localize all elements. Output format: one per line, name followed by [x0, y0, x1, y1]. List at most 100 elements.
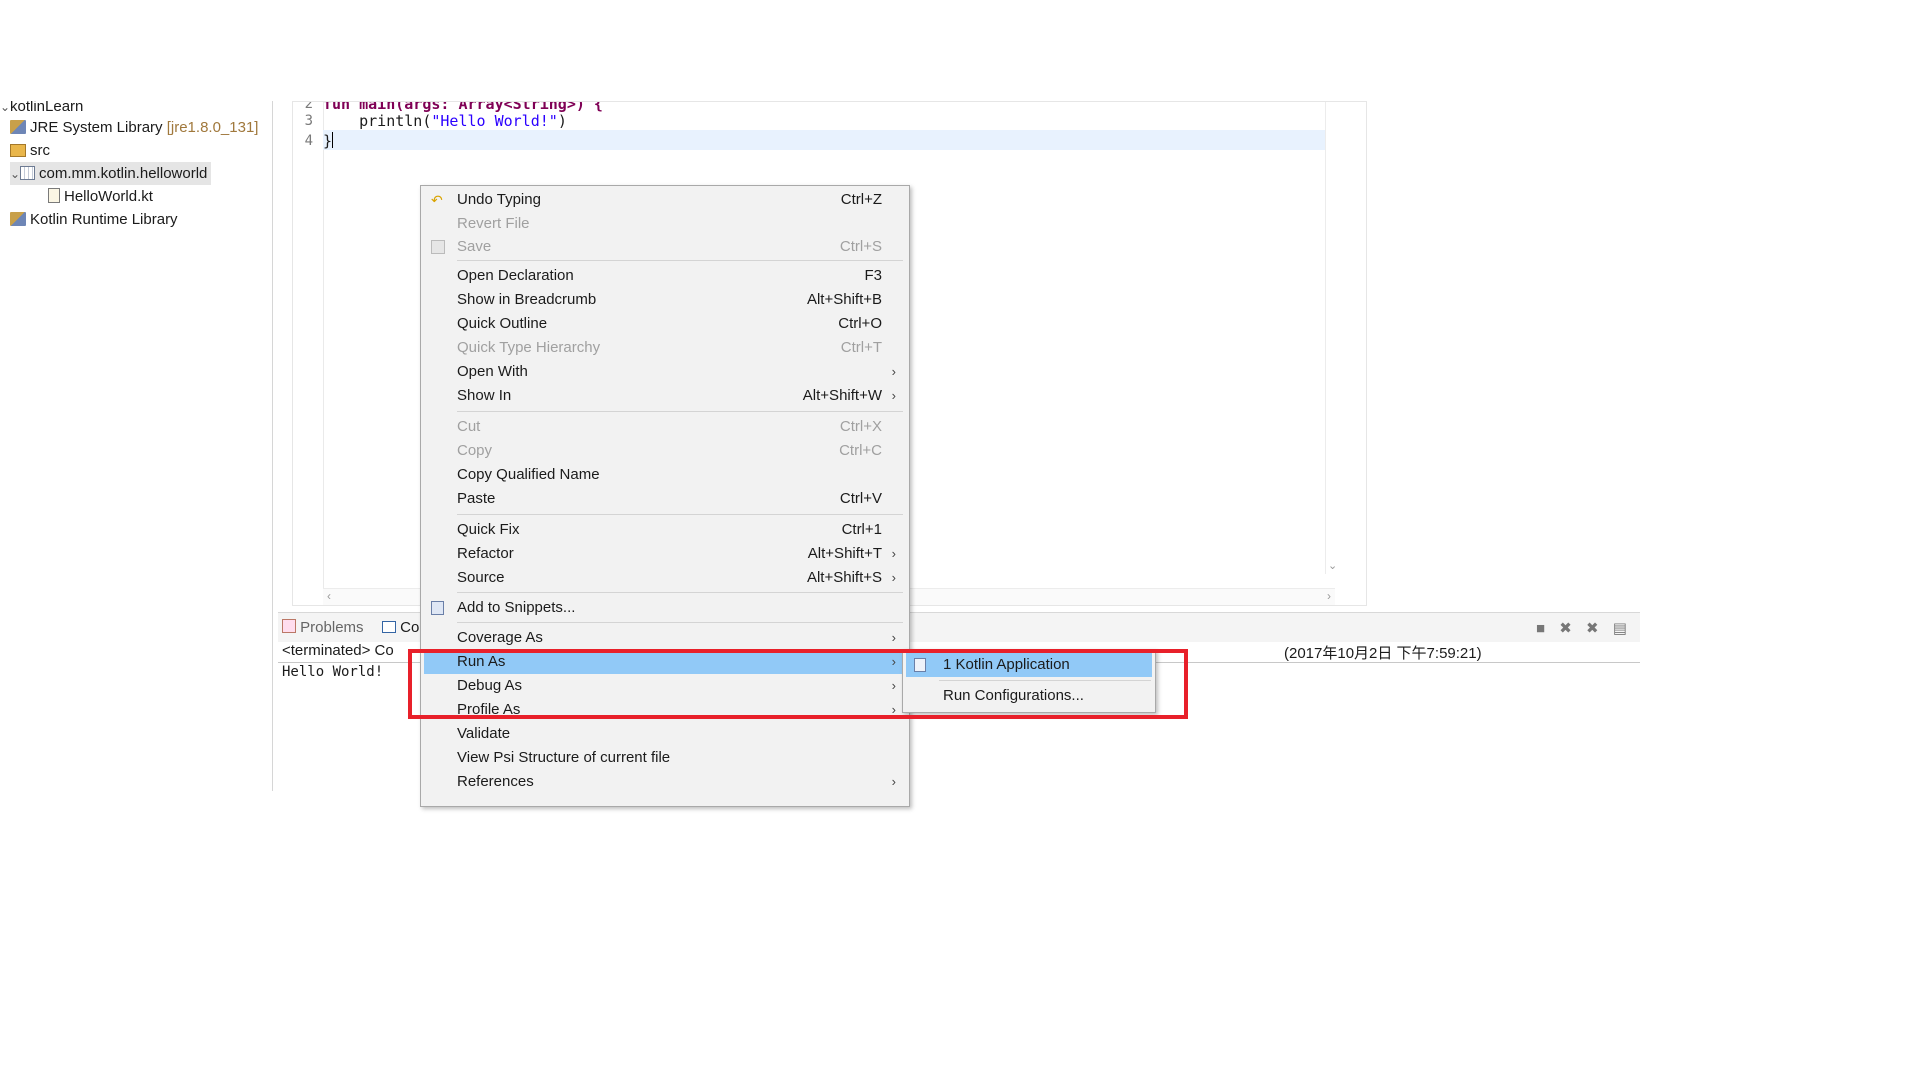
menu-item-debug-as[interactable]: Debug As ›	[424, 674, 906, 698]
menu-shortcut: F3	[864, 267, 882, 284]
code-text: println(	[323, 112, 432, 130]
chevron-right-icon: ›	[891, 654, 896, 669]
chevron-down-icon[interactable]: ⌄	[0, 101, 10, 119]
menu-item-profile-as[interactable]: Profile As ›	[424, 698, 906, 722]
submenu-label: 1 Kotlin Application	[943, 656, 1070, 673]
menu-item-save[interactable]: Save Ctrl+S	[424, 235, 906, 259]
tree-item-jre[interactable]: JRE System Library [jre1.8.0_131]	[10, 116, 258, 139]
menu-shortcut: Ctrl+T	[840, 339, 882, 356]
menu-item-run-as[interactable]: Run As ›	[424, 650, 906, 674]
remove-all-icon[interactable]: ✖	[1586, 620, 1599, 637]
menu-item-references[interactable]: References ›	[424, 770, 906, 794]
tab-problems[interactable]: Problems	[282, 619, 364, 636]
menu-label: Source	[457, 569, 505, 586]
menu-item-source[interactable]: Source Alt+Shift+S ›	[424, 566, 906, 590]
menu-item-quick-fix[interactable]: Quick Fix Ctrl+1	[424, 518, 906, 542]
package-label: com.mm.kotlin.helloworld	[39, 165, 208, 182]
menu-label: Run As	[457, 653, 506, 670]
tree-item-file[interactable]: HelloWorld.kt	[48, 185, 153, 208]
menu-label: Profile As	[457, 701, 521, 718]
chevron-right-icon: ›	[891, 388, 896, 403]
text-cursor	[332, 132, 334, 148]
menu-item-quick-type-hierarchy[interactable]: Quick Type Hierarchy Ctrl+T	[424, 336, 906, 360]
menu-item-open-with[interactable]: Open With ›	[424, 360, 906, 384]
chevron-right-icon: ›	[891, 702, 896, 717]
remove-launch-icon[interactable]: ✖	[1559, 620, 1572, 637]
menu-label: View Psi Structure of current file	[457, 749, 671, 766]
line-number: 2	[304, 101, 313, 112]
tab-console[interactable]: Co	[382, 619, 419, 636]
stop-icon[interactable]: ■	[1536, 620, 1545, 637]
terminated-prefix: <terminated> Co	[282, 642, 394, 659]
menu-item-paste[interactable]: Paste Ctrl+V	[424, 487, 906, 511]
kotlin-app-icon	[914, 658, 926, 672]
submenu-label: Run Configurations...	[943, 687, 1084, 704]
package-explorer: ⌄kotlinLearn JRE System Library [jre1.8.…	[0, 101, 273, 791]
menu-label: Show in Breadcrumb	[457, 291, 597, 308]
chevron-right-icon: ›	[891, 570, 896, 585]
menu-separator	[457, 592, 903, 593]
menu-item-view-psi-structure[interactable]: View Psi Structure of current file	[424, 746, 906, 770]
menu-label: Copy	[457, 442, 493, 459]
menu-separator	[457, 622, 903, 623]
menu-item-validate[interactable]: Validate	[424, 722, 906, 746]
menu-label: Open Declaration	[457, 267, 574, 284]
menu-label: Revert File	[457, 215, 530, 232]
menu-item-add-to-snippets[interactable]: Add to Snippets...	[424, 596, 906, 620]
scroll-down-icon[interactable]: ⌄	[1328, 559, 1337, 572]
code-line-4[interactable]: }	[323, 132, 334, 150]
snippets-icon	[431, 601, 444, 615]
menu-item-coverage-as[interactable]: Coverage As ›	[424, 626, 906, 650]
menu-separator	[939, 680, 1151, 681]
menu-label: Undo Typing	[457, 191, 541, 208]
menu-item-cut[interactable]: Cut Ctrl+X	[424, 415, 906, 439]
menu-item-copy[interactable]: Copy Ctrl+C	[424, 439, 906, 463]
copy-console-icon[interactable]: ▤	[1613, 620, 1627, 637]
terminated-time: (2017年10月2日 下午7:59:21)	[1284, 645, 1482, 662]
line-number: 3	[304, 113, 313, 129]
menu-label: Coverage As	[457, 629, 543, 646]
terminated-timestamp: (2017年10月2日 下午7:59:21)	[1284, 642, 1482, 663]
run-as-submenu: 1 Kotlin Application Run Configurations.…	[902, 649, 1156, 713]
code-line-3[interactable]: println("Hello World!")	[323, 112, 567, 130]
menu-shortcut: Ctrl+O	[838, 315, 882, 332]
save-icon	[431, 240, 445, 254]
tree-item-kotlin-runtime[interactable]: Kotlin Runtime Library	[10, 208, 178, 231]
scroll-left-icon[interactable]: ‹	[327, 589, 331, 603]
menu-label: Quick Fix	[457, 521, 520, 538]
library-icon	[10, 120, 26, 134]
chevron-right-icon: ›	[891, 364, 896, 379]
menu-label: Validate	[457, 725, 511, 742]
menu-separator	[457, 514, 903, 515]
scroll-right-icon[interactable]: ›	[1327, 589, 1331, 603]
submenu-item-run-configurations[interactable]: Run Configurations...	[906, 684, 1152, 708]
submenu-item-kotlin-application[interactable]: 1 Kotlin Application	[906, 653, 1152, 677]
menu-shortcut: Ctrl+V	[839, 490, 882, 507]
menu-item-refactor[interactable]: Refactor Alt+Shift+T ›	[424, 542, 906, 566]
context-menu: ↶ Undo Typing Ctrl+Z Revert File Save Ct…	[420, 185, 910, 807]
menu-shortcut: Ctrl+S	[839, 238, 882, 255]
line-number-gutter: 2 3 4	[293, 102, 324, 605]
chevron-right-icon: ›	[891, 678, 896, 693]
vertical-scrollbar[interactable]: ⌄	[1325, 102, 1340, 574]
menu-item-show-in-breadcrumb[interactable]: Show in Breadcrumb Alt+Shift+B	[424, 288, 906, 312]
menu-item-quick-outline[interactable]: Quick Outline Ctrl+O	[424, 312, 906, 336]
tab-problems-label: Problems	[300, 619, 364, 636]
chevron-down-icon[interactable]: ⌄	[10, 163, 20, 186]
menu-item-show-in[interactable]: Show In Alt+Shift+W ›	[424, 384, 906, 408]
menu-item-revert-file[interactable]: Revert File	[424, 212, 906, 236]
menu-label: Quick Outline	[457, 315, 548, 332]
menu-item-copy-qualified-name[interactable]: Copy Qualified Name	[424, 463, 906, 487]
tree-item-package[interactable]: ⌄ com.mm.kotlin.helloworld	[10, 162, 212, 186]
chevron-right-icon: ›	[891, 774, 896, 789]
menu-shortcut: Ctrl+C	[839, 442, 882, 459]
menu-item-undo-typing[interactable]: ↶ Undo Typing Ctrl+Z	[424, 188, 906, 212]
console-toolbar: ■ ✖ ✖ ▤	[1536, 619, 1627, 637]
file-label: HelloWorld.kt	[64, 188, 153, 205]
jre-label: JRE System Library	[30, 119, 163, 136]
tree-item-src[interactable]: src	[10, 139, 50, 162]
library-icon	[10, 212, 26, 226]
menu-separator	[457, 411, 903, 412]
menu-shortcut: Ctrl+1	[841, 521, 882, 538]
menu-item-open-declaration[interactable]: Open Declaration F3	[424, 264, 906, 288]
